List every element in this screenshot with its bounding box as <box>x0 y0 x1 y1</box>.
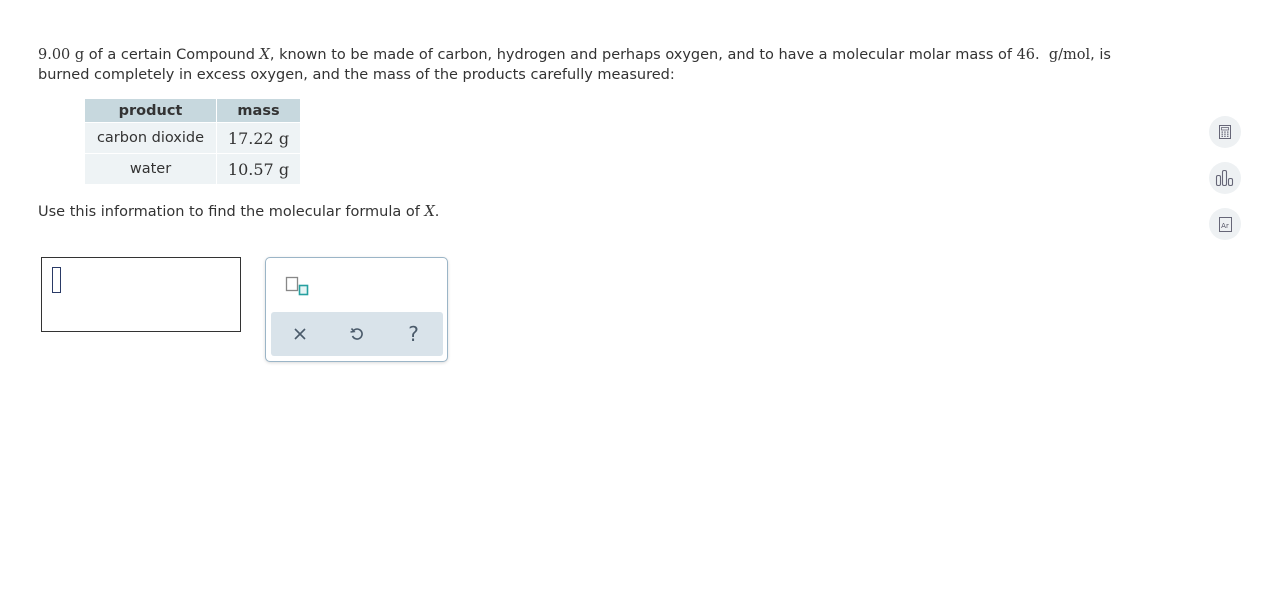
palette-action-bar: ? <box>271 312 443 356</box>
x-icon <box>293 328 306 340</box>
table-row: water 10.57 g <box>85 153 300 184</box>
instruction-body: Use this information to find the molecul… <box>38 204 425 220</box>
mass-cell: 17.22 g <box>217 122 300 153</box>
periodic-table-button[interactable]: Ar <box>1209 208 1241 240</box>
subscript-template-icon[interactable] <box>285 275 315 297</box>
undo-button[interactable] <box>328 312 385 356</box>
given-mass-value: 9.00 <box>38 47 71 63</box>
question-mark-icon: ? <box>408 322 419 346</box>
calculator-icon <box>1219 125 1231 139</box>
compound-variable: X <box>259 47 270 63</box>
instruction-end: . <box>434 204 440 220</box>
periodic-table-label: Ar <box>1221 221 1229 230</box>
mass-cell: 10.57 g <box>217 153 300 184</box>
instruction-variable: X <box>424 204 435 220</box>
formula-palette: ? <box>265 257 448 362</box>
mass-column-header: mass <box>217 99 300 122</box>
clear-button[interactable] <box>271 312 328 356</box>
undo-icon <box>349 327 363 340</box>
question-part-2: , known to be made of carbon, hydrogen a… <box>269 47 1017 63</box>
given-mass-unit: g <box>74 47 85 63</box>
products-table: product mass carbon dioxide 17.22 g wate… <box>85 99 300 184</box>
product-cell: water <box>85 153 217 184</box>
table-header-row: product mass <box>85 99 300 122</box>
molar-mass-value: 46. <box>1016 47 1040 63</box>
product-cell: carbon dioxide <box>85 122 217 153</box>
molar-mass-unit: g/mol <box>1048 47 1091 63</box>
help-button[interactable]: ? <box>385 312 442 356</box>
chart-button[interactable] <box>1209 162 1241 194</box>
calculator-button[interactable] <box>1209 116 1241 148</box>
table-row: carbon dioxide 17.22 g <box>85 122 300 153</box>
answer-input[interactable] <box>41 257 241 332</box>
question-part-1: of a certain Compound <box>84 47 260 63</box>
bar-chart-icon <box>1215 169 1234 187</box>
instruction-text: Use this information to find the molecul… <box>38 202 439 222</box>
question-text: 9.00 g of a certain Compound X, known to… <box>38 45 1158 85</box>
periodic-table-icon: Ar <box>1218 216 1232 232</box>
input-cursor-placeholder[interactable] <box>52 267 61 293</box>
product-column-header: product <box>85 99 217 122</box>
